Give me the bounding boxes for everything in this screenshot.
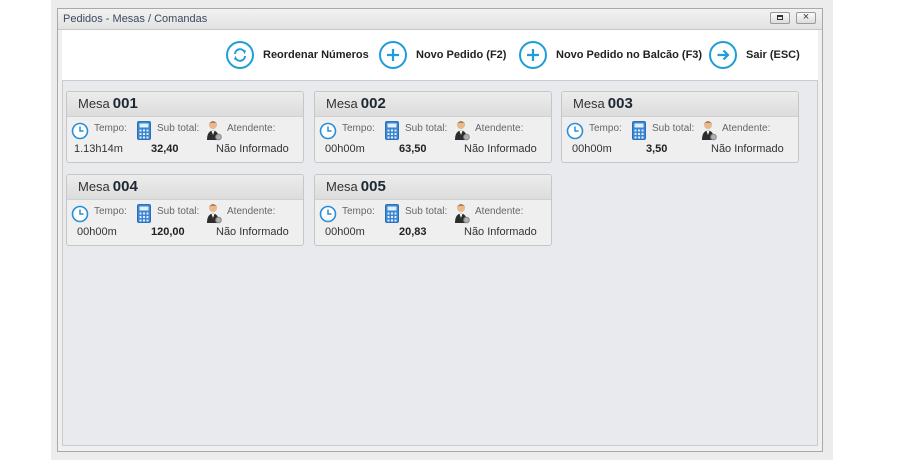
subtotal-value: 63,50 — [399, 143, 427, 155]
subtotal-value: 120,00 — [151, 226, 185, 238]
table-label: Mesa — [326, 96, 358, 111]
table-number: 004 — [112, 178, 138, 195]
clock-icon — [71, 205, 89, 228]
table-label: Mesa — [78, 179, 110, 194]
subtotal-label: Sub total: — [157, 123, 200, 134]
new-order-label: Novo Pedido (F2) — [416, 49, 507, 61]
arrow-right-icon — [709, 41, 737, 69]
table-card-header: Mesa 004 — [67, 175, 303, 200]
refresh-icon — [226, 41, 254, 69]
time-value: 00h00m — [325, 226, 365, 238]
table-card-002[interactable]: Mesa 002 Tempo: Sub total: Atendente: 00… — [314, 91, 552, 163]
new-order-button[interactable]: Novo Pedido (F2) — [379, 39, 506, 71]
table-card-header: Mesa 001 — [67, 92, 303, 117]
close-icon: × — [802, 11, 810, 23]
plus-icon — [379, 41, 407, 69]
time-value: 1.13h14m — [74, 143, 123, 155]
table-label: Mesa — [573, 96, 605, 111]
time-label: Tempo: — [94, 206, 127, 217]
attendant-value: Não Informado — [711, 143, 784, 155]
table-label: Mesa — [326, 179, 358, 194]
reorder-numbers-label: Reordenar Números — [263, 49, 369, 61]
clock-icon — [319, 205, 337, 228]
table-number: 005 — [360, 178, 386, 195]
maximize-button[interactable] — [770, 12, 790, 24]
attendant-label: Atendente: — [722, 123, 771, 134]
table-number: 001 — [112, 95, 138, 112]
table-card-001[interactable]: Mesa 001 Tempo: Sub total: Atendente: 1.… — [66, 91, 304, 163]
table-card-003[interactable]: Mesa 003 Tempo: Sub total: Atendente: 00… — [561, 91, 799, 163]
exit-label: Sair (ESC) — [746, 49, 800, 61]
attendant-value: Não Informado — [216, 226, 289, 238]
attendant-label: Atendente: — [475, 206, 524, 217]
subtotal-value: 32,40 — [151, 143, 179, 155]
tables-panel: Mesa 001 Tempo: Sub total: Atendente: 1.… — [62, 80, 818, 446]
table-card-005[interactable]: Mesa 005 Tempo: Sub total: Atendente: 00… — [314, 174, 552, 246]
time-value: 00h00m — [572, 143, 612, 155]
subtotal-value: 20,83 — [399, 226, 427, 238]
attendant-label: Atendente: — [475, 123, 524, 134]
subtotal-label: Sub total: — [405, 206, 448, 217]
table-card-header: Mesa 005 — [315, 175, 551, 200]
attendant-value: Não Informado — [464, 226, 537, 238]
exit-button[interactable]: Sair (ESC) — [709, 39, 800, 71]
table-card-header: Mesa 003 — [562, 92, 798, 117]
table-card-header: Mesa 002 — [315, 92, 551, 117]
reorder-numbers-button[interactable]: Reordenar Números — [226, 39, 369, 71]
title-bar: Pedidos - Mesas / Comandas × — [58, 9, 822, 30]
plus-icon — [519, 41, 547, 69]
calculator-icon — [137, 204, 151, 228]
table-card-004[interactable]: Mesa 004 Tempo: Sub total: Atendente: 00… — [66, 174, 304, 246]
toolbar: Reordenar Números Novo Pedido (F2) Novo … — [62, 30, 818, 80]
time-label: Tempo: — [94, 123, 127, 134]
calculator-icon — [385, 204, 399, 228]
pedidos-window: Pedidos - Mesas / Comandas × Reordenar N… — [57, 8, 823, 452]
time-label: Tempo: — [589, 123, 622, 134]
subtotal-label: Sub total: — [652, 123, 695, 134]
new-counter-order-label: Novo Pedido no Balcão (F3) — [556, 49, 703, 61]
subtotal-label: Sub total: — [157, 206, 200, 217]
new-counter-order-button[interactable]: Novo Pedido no Balcão (F3) — [519, 39, 702, 71]
attendant-label: Atendente: — [227, 206, 276, 217]
clock-icon — [71, 122, 89, 145]
calculator-icon — [632, 121, 646, 145]
attendant-label: Atendente: — [227, 123, 276, 134]
table-number: 003 — [607, 95, 633, 112]
maximize-icon — [777, 15, 783, 20]
attendant-value: Não Informado — [464, 143, 537, 155]
calculator-icon — [137, 121, 151, 145]
subtotal-label: Sub total: — [405, 123, 448, 134]
time-label: Tempo: — [342, 206, 375, 217]
window-title: Pedidos - Mesas / Comandas — [63, 13, 208, 25]
calculator-icon — [385, 121, 399, 145]
clock-icon — [319, 122, 337, 145]
time-value: 00h00m — [77, 226, 117, 238]
attendant-value: Não Informado — [216, 143, 289, 155]
time-label: Tempo: — [342, 123, 375, 134]
time-value: 00h00m — [325, 143, 365, 155]
subtotal-value: 3,50 — [646, 143, 668, 155]
table-number: 002 — [360, 95, 386, 112]
close-button[interactable]: × — [796, 11, 816, 24]
table-label: Mesa — [78, 96, 110, 111]
clock-icon — [566, 122, 584, 145]
